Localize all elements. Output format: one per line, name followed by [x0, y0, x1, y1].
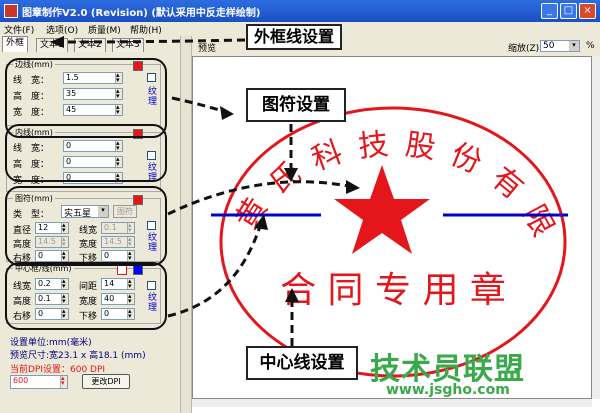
- horizontal-scrollbar[interactable]: [192, 399, 592, 407]
- callout-centerline-settings: 中心线设置: [246, 346, 358, 380]
- stamp-bottom-text: 合 同 专 用 章: [280, 270, 506, 311]
- inner-group-highlight: [5, 124, 167, 182]
- tab-text2[interactable]: 文本2: [74, 38, 106, 52]
- maximize-button[interactable]: □: [560, 3, 577, 19]
- menu-file[interactable]: 文件(F): [4, 23, 34, 36]
- menu-options[interactable]: 选项(O): [46, 23, 78, 36]
- panel-splitter[interactable]: [180, 36, 192, 413]
- zoom-unit: %: [586, 41, 595, 51]
- window-title: 图章制作V2.0 (Revision) (默认采用中反走样绘制): [22, 8, 261, 19]
- watermark-url: www.jsgho.com: [386, 382, 510, 398]
- stamp-star-icon: [334, 165, 430, 254]
- preview-size-text: 预览尺寸:宽23.1 x 高18.1 (mm): [10, 351, 146, 361]
- callout-symbol-settings: 图符设置: [246, 88, 346, 122]
- tab-text3[interactable]: 文本3: [112, 38, 144, 52]
- tab-strip: 外框 文本1 文本2 文本3: [0, 36, 180, 52]
- tab-text1[interactable]: 文本1: [36, 38, 68, 52]
- menu-quality[interactable]: 质量(M): [88, 23, 121, 36]
- callout-frame-settings: 外框线设置: [246, 24, 342, 50]
- title-bar: 图章制作V2.0 (Revision) (默认采用中反走样绘制) _ □ ×: [0, 0, 600, 22]
- center-group-highlight: [5, 262, 167, 330]
- tab-frame[interactable]: 外框: [2, 36, 29, 52]
- close-button[interactable]: ×: [579, 3, 596, 19]
- vertical-scrollbar[interactable]: [592, 56, 600, 399]
- symbol-group-highlight: [5, 186, 167, 266]
- preview-label: 预览: [198, 44, 217, 54]
- minimize-button[interactable]: _: [541, 3, 558, 19]
- zoom-label: 缩放(Z): [508, 44, 540, 54]
- unit-text: 设置单位:mm(毫米): [10, 338, 92, 348]
- menu-help[interactable]: 帮助(H): [130, 23, 162, 36]
- app-icon: [4, 4, 18, 18]
- change-dpi-button[interactable]: 更改DPI: [82, 374, 130, 389]
- chevron-down-icon: ▾: [569, 41, 579, 51]
- zoom-select[interactable]: 50 ▾: [540, 40, 580, 52]
- dpi-input[interactable]: 600: [10, 373, 68, 389]
